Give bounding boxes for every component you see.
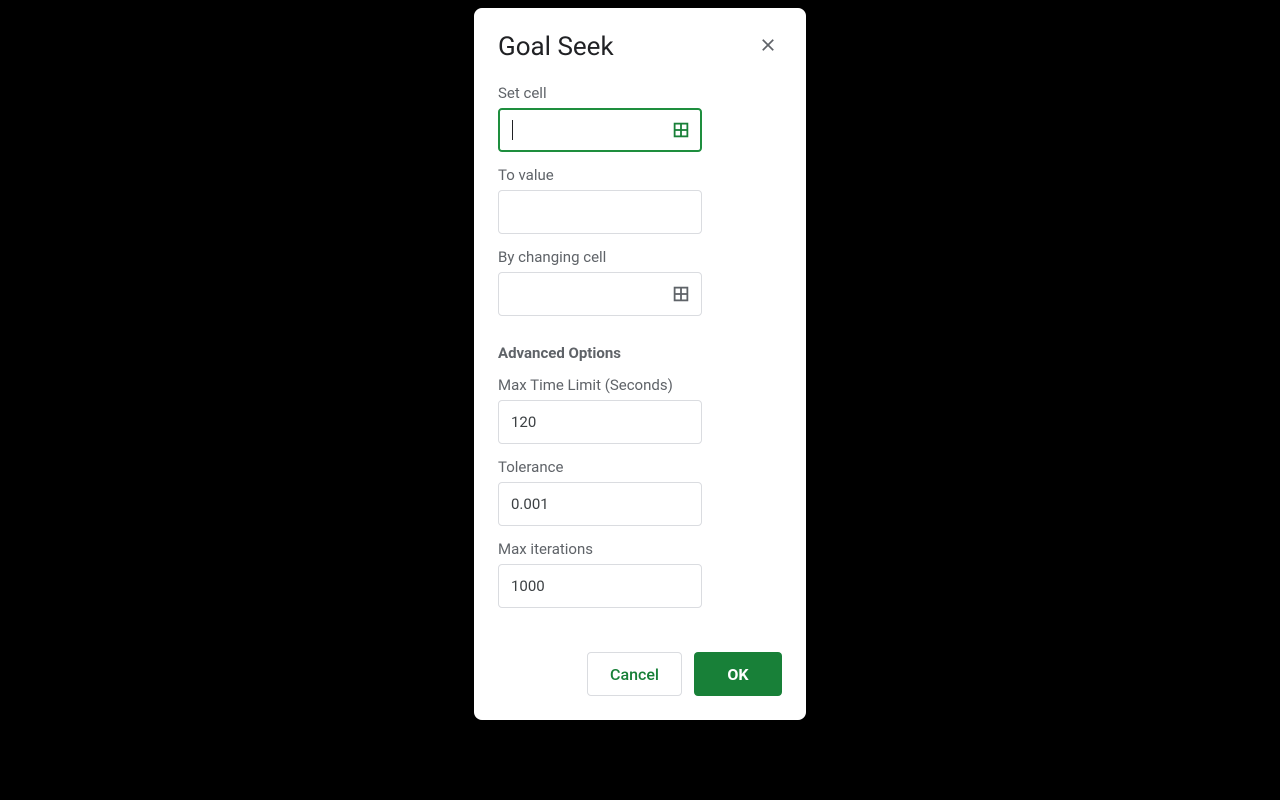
max-iterations-group: Max iterations [498,540,782,608]
tolerance-input-wrap [498,482,702,526]
advanced-options-heading: Advanced Options [498,344,782,362]
max-iterations-label: Max iterations [498,540,782,558]
to-value-input-wrap [498,190,702,234]
tolerance-label: Tolerance [498,458,782,476]
max-time-limit-input-wrap [498,400,702,444]
to-value-label: To value [498,166,782,184]
max-time-limit-label: Max Time Limit (Seconds) [498,376,782,394]
to-value-group: To value [498,166,782,234]
set-cell-group: Set cell [498,84,782,152]
dialog-footer: Cancel OK [474,608,806,720]
dialog-body: Set cell To value By changing ce [474,66,806,608]
max-iterations-input-wrap [498,564,702,608]
to-value-input[interactable] [498,190,702,234]
by-changing-cell-label: By changing cell [498,248,782,266]
close-button[interactable] [754,33,782,61]
dialog-title: Goal Seek [498,32,614,62]
max-time-limit-group: Max Time Limit (Seconds) [498,376,782,444]
by-changing-cell-group: By changing cell [498,248,782,316]
max-time-limit-input[interactable] [498,400,702,444]
ok-button[interactable]: OK [694,652,782,696]
grid-picker-icon[interactable] [672,285,690,303]
max-iterations-input[interactable] [498,564,702,608]
set-cell-input-wrap [498,108,702,152]
goal-seek-dialog: Goal Seek Set cell [474,8,806,720]
tolerance-group: Tolerance [498,458,782,526]
close-icon [759,36,777,58]
tolerance-input[interactable] [498,482,702,526]
by-changing-cell-input-wrap [498,272,702,316]
grid-picker-icon[interactable] [672,121,690,139]
text-caret [512,120,513,140]
dialog-header: Goal Seek [474,8,806,66]
cancel-button[interactable]: Cancel [587,652,682,696]
set-cell-label: Set cell [498,84,782,102]
